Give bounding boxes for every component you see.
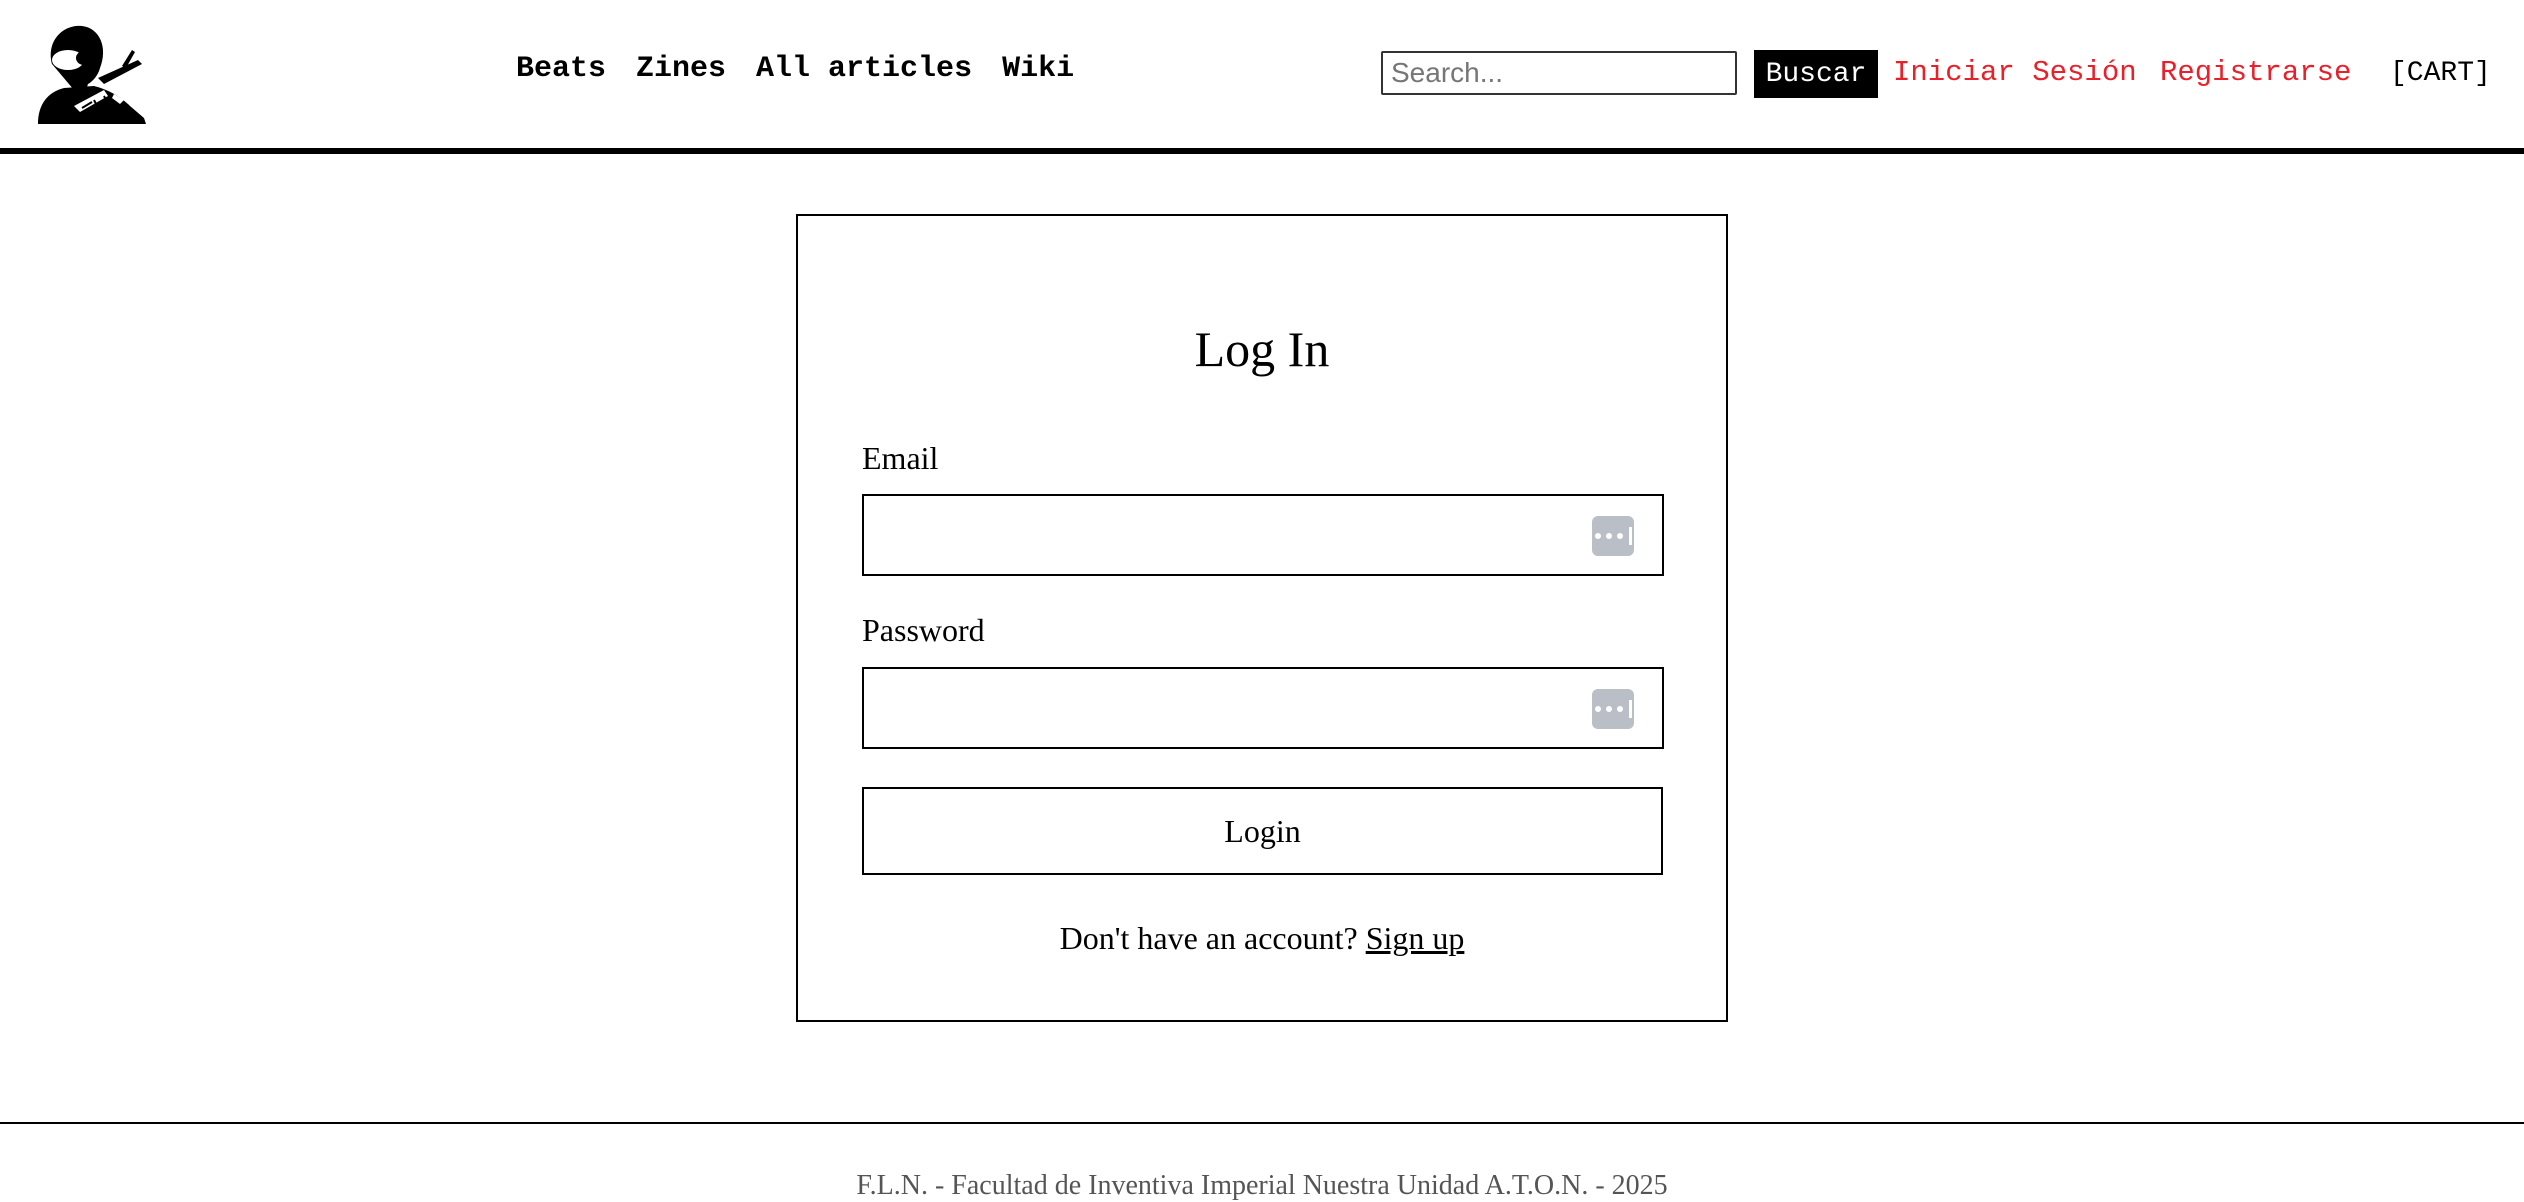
register-link[interactable]: Registrarse	[2160, 56, 2351, 89]
search-button[interactable]: Buscar	[1754, 50, 1878, 98]
password-manager-icon[interactable]	[1592, 689, 1634, 729]
login-button[interactable]: Login	[862, 787, 1663, 875]
signup-prompt: Don't have an account? Sign up	[798, 920, 1726, 957]
email-label: Email	[862, 440, 939, 476]
password-field[interactable]	[864, 669, 1662, 747]
nav-zines[interactable]: Zines	[636, 52, 726, 86]
site-header: Beats Zines All articles Wiki Buscar Ini…	[0, 0, 2524, 154]
signup-prompt-text: Don't have an account?	[1059, 920, 1358, 956]
password-field-wrapper	[862, 667, 1664, 749]
email-field-wrapper	[862, 494, 1664, 576]
password-manager-icon[interactable]	[1592, 516, 1634, 556]
search-input[interactable]	[1381, 51, 1737, 95]
login-card: Log In Email Password Login Don't have a…	[796, 214, 1728, 1022]
nav-wiki[interactable]: Wiki	[1002, 52, 1074, 86]
email-field[interactable]	[864, 496, 1662, 574]
nav-all-articles[interactable]: All articles	[756, 52, 972, 86]
masked-figure-logo-icon	[38, 25, 146, 124]
signup-link[interactable]: Sign up	[1366, 920, 1465, 956]
footer-divider	[0, 1122, 2524, 1124]
main-nav: Beats Zines All articles Wiki	[516, 52, 1074, 86]
page-title: Log In	[1194, 321, 1330, 377]
password-label: Password	[862, 612, 985, 648]
footer-text: F.L.N. - Facultad de Inventiva Imperial …	[856, 1170, 1668, 1201]
cart-link[interactable]: [CART]	[2390, 58, 2491, 89]
login-link[interactable]: Iniciar Sesión	[1893, 56, 2137, 89]
nav-beats[interactable]: Beats	[516, 52, 606, 86]
